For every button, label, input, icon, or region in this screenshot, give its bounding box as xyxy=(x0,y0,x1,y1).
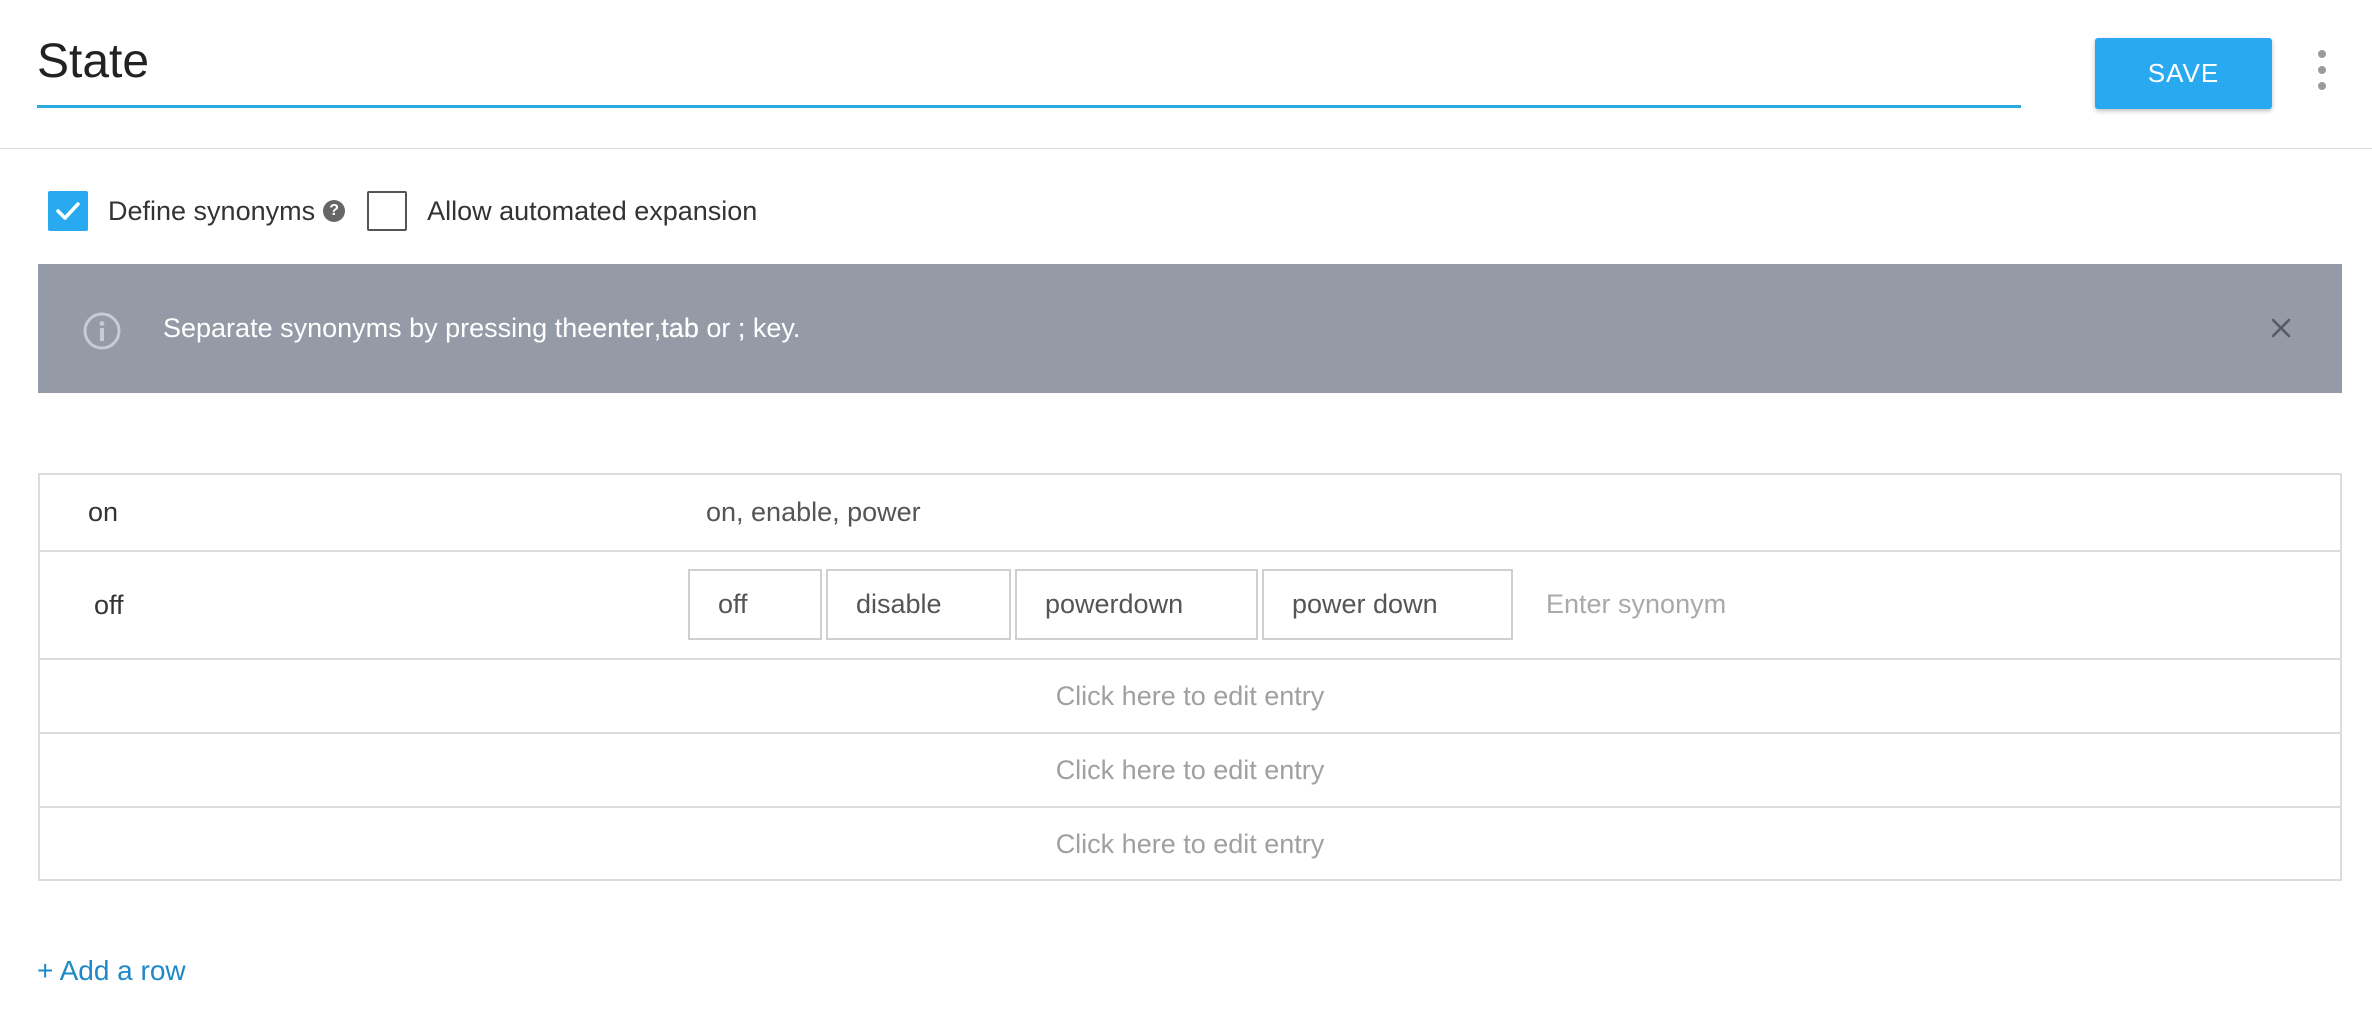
key-enter: enter xyxy=(592,313,654,343)
edit-entry-placeholder[interactable]: Click here to edit entry xyxy=(40,660,2340,732)
banner-sep2: or xyxy=(698,313,738,343)
reference-value[interactable]: off xyxy=(94,552,124,658)
table-row[interactable]: Click here to edit entry xyxy=(40,734,2340,808)
automated-expansion-label: Allow automated expansion xyxy=(427,195,758,226)
save-button[interactable]: SAVE xyxy=(2095,38,2272,109)
key-semicolon: ; xyxy=(737,313,746,343)
more-vertical-icon[interactable] xyxy=(2312,50,2332,90)
info-banner: Separate synonyms by pressing the enter,… xyxy=(38,264,2342,393)
banner-text-before: Separate synonyms by pressing the xyxy=(163,313,593,343)
entity-options: Define synonyms ? Allow automated expans… xyxy=(48,190,757,232)
automated-expansion-checkbox[interactable] xyxy=(367,191,408,231)
synonym-chip[interactable]: power down xyxy=(1262,569,1513,640)
synonym-chip[interactable]: disable xyxy=(826,569,1011,640)
synonym-chip[interactable]: off xyxy=(688,569,822,640)
close-icon[interactable] xyxy=(2264,311,2298,345)
add-row-link[interactable]: + Add a row xyxy=(37,955,186,987)
define-synonyms-label: Define synonyms xyxy=(108,195,316,226)
table-row[interactable]: on on, enable, power xyxy=(40,475,2340,552)
banner-message: Separate synonyms by pressing the enter,… xyxy=(163,264,800,393)
table-row[interactable]: Click here to edit entry xyxy=(40,808,2340,880)
info-icon xyxy=(83,312,121,350)
table-row[interactable]: off off disable powerdown power down xyxy=(40,552,2340,660)
entries-table: on on, enable, power off off disable pow… xyxy=(38,473,2342,881)
banner-text-after: key. xyxy=(745,313,801,343)
edit-entry-placeholder[interactable]: Click here to edit entry xyxy=(40,808,2340,880)
define-synonyms-checkbox[interactable] xyxy=(48,191,88,231)
edit-entry-placeholder[interactable]: Click here to edit entry xyxy=(40,734,2340,806)
reference-value[interactable]: on xyxy=(88,475,118,550)
help-icon[interactable]: ? xyxy=(323,200,346,222)
synonyms-text[interactable]: on, enable, power xyxy=(706,475,921,550)
synonym-chips: off disable powerdown power down xyxy=(688,569,1846,640)
entity-name-input[interactable] xyxy=(37,30,2021,108)
synonym-input[interactable] xyxy=(1546,574,1846,635)
synonym-chip[interactable]: powerdown xyxy=(1015,569,1258,640)
key-tab: tab xyxy=(661,313,699,343)
entity-header: SAVE xyxy=(0,0,2372,149)
checkmark-icon xyxy=(56,202,80,220)
automated-expansion-option: Allow automated expansion xyxy=(367,191,757,231)
table-row[interactable]: Click here to edit entry xyxy=(40,660,2340,734)
